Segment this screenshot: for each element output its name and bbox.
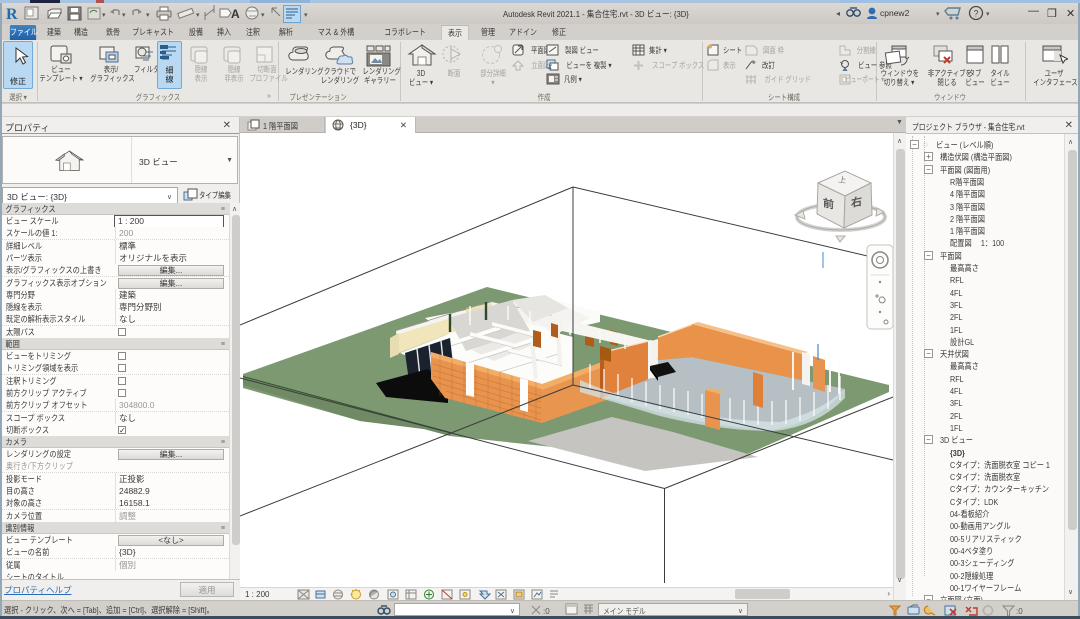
svg-text:R: R: [6, 6, 18, 23]
svg-text:▾: ▾: [936, 11, 940, 18]
svg-text:?: ?: [974, 9, 979, 19]
svg-text::0: :0: [1016, 607, 1023, 616]
svg-text:cpnew2: cpnew2: [880, 8, 910, 18]
svg-text:▾: ▾: [986, 11, 990, 18]
svg-text:▾: ▾: [122, 12, 126, 19]
svg-text::0: :0: [543, 607, 550, 616]
svg-text:▾: ▾: [102, 12, 106, 19]
svg-text:◂: ◂: [836, 9, 840, 18]
svg-text:A: A: [231, 7, 240, 21]
svg-text:▾: ▾: [261, 12, 265, 19]
svg-text:▾: ▾: [146, 12, 150, 19]
svg-text:上: 上: [838, 175, 847, 185]
svg-text:▾: ▾: [196, 12, 200, 19]
svg-text:▾: ▾: [304, 12, 308, 19]
